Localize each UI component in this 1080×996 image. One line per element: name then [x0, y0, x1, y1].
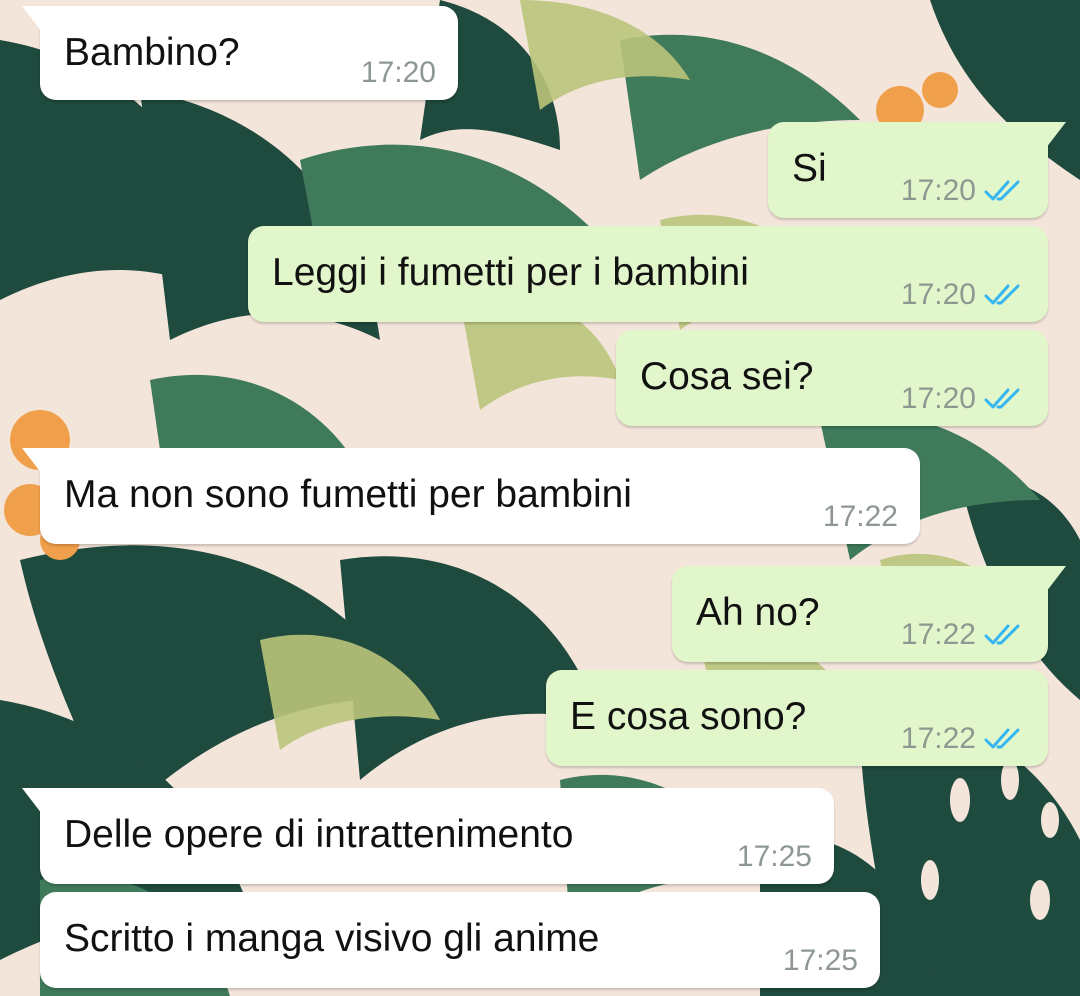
message-time: 17:25	[782, 944, 858, 977]
message-time: 17:22	[822, 500, 898, 533]
message-meta: 17:22	[901, 618, 1026, 652]
message-time: 17:20	[900, 278, 976, 311]
message-bubble-outgoing[interactable]: Ah no? 17:22	[672, 566, 1066, 662]
message-meta: 17:20	[901, 278, 1026, 312]
message-time: 17:20	[360, 56, 436, 89]
message-bubble-outgoing[interactable]: E cosa sono? 17:22	[546, 670, 1048, 766]
message-text: Bambino?	[64, 31, 240, 74]
bubble-tail-icon	[1046, 122, 1066, 148]
message-meta: 17:20	[361, 56, 436, 90]
bubble-tail-icon	[22, 788, 42, 814]
message-text: Ah no?	[696, 591, 820, 634]
bubble-tail-icon	[22, 448, 42, 474]
message-text: Scritto i manga visivo gli anime	[64, 917, 600, 960]
message-time: 17:22	[900, 618, 976, 651]
message-bubble-incoming[interactable]: Bambino? 17:20	[22, 6, 458, 100]
message-time: 17:25	[736, 840, 812, 873]
message-time: 17:20	[900, 382, 976, 415]
message-text: Leggi i fumetti per i bambini	[272, 251, 749, 294]
bubble-tail-icon	[1046, 566, 1066, 592]
message-meta: 17:20	[901, 382, 1026, 416]
message-bubble-outgoing[interactable]: Cosa sei? 17:20	[616, 330, 1048, 426]
message-bubble-incoming[interactable]: Ma non sono fumetti per bambini 17:22	[22, 448, 920, 544]
double-check-read-icon	[984, 728, 1020, 749]
message-meta: 17:22	[823, 500, 898, 534]
message-bubble-outgoing[interactable]: Si 17:20	[768, 122, 1066, 218]
chat-thread: Bambino? 17:20 Si 17:20 Leggi i fumetti …	[0, 0, 1080, 996]
message-text: Si	[792, 147, 827, 190]
message-text: E cosa sono?	[570, 695, 807, 738]
message-text: Cosa sei?	[640, 355, 814, 398]
double-check-read-icon	[984, 624, 1020, 645]
message-text: Delle opere di intrattenimento	[64, 813, 574, 856]
double-check-read-icon	[984, 284, 1020, 305]
message-time: 17:22	[900, 722, 976, 755]
message-text: Ma non sono fumetti per bambini	[64, 473, 632, 516]
double-check-read-icon	[984, 388, 1020, 409]
message-bubble-incoming[interactable]: Delle opere di intrattenimento 17:25	[22, 788, 834, 884]
message-time: 17:20	[900, 174, 976, 207]
double-check-read-icon	[984, 180, 1020, 201]
message-bubble-incoming[interactable]: Scritto i manga visivo gli anime 17:25	[40, 892, 880, 988]
message-meta: 17:20	[901, 174, 1026, 208]
message-meta: 17:25	[737, 840, 812, 874]
message-meta: 17:25	[783, 944, 858, 978]
message-meta: 17:22	[901, 722, 1026, 756]
bubble-tail-icon	[22, 6, 42, 32]
message-bubble-outgoing[interactable]: Leggi i fumetti per i bambini 17:20	[248, 226, 1048, 322]
